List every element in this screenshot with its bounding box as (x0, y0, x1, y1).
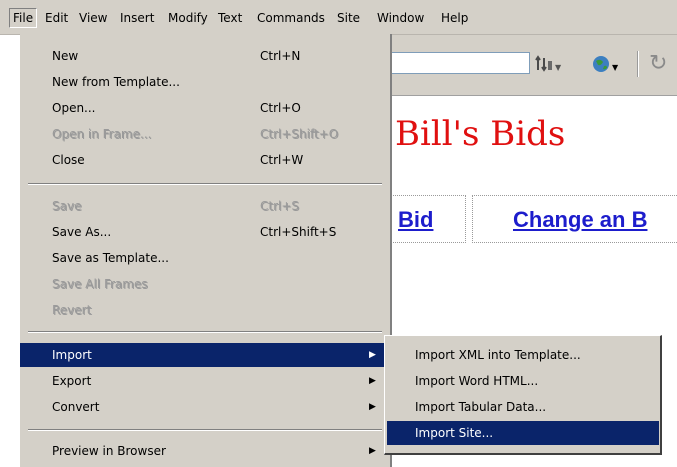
menu-item-import[interactable]: Import ▶ (20, 343, 390, 367)
document-toolbar: ▼ ▼ ↻ (387, 35, 677, 96)
submenu-item-label: Import Tabular Data... (415, 400, 547, 414)
menu-text[interactable]: Text (215, 9, 245, 27)
page-heading: Bill's Bids (395, 114, 566, 154)
title-input[interactable] (387, 52, 530, 74)
submenu-arrow-icon: ▶ (369, 402, 376, 412)
menu-window[interactable]: Window (374, 9, 427, 27)
menu-view[interactable]: View (76, 9, 110, 27)
link-bid[interactable]: Bid (398, 207, 433, 233)
menu-insert[interactable]: Insert (117, 9, 157, 27)
menu-modify[interactable]: Modify (165, 9, 211, 27)
menu-item-label: Save (52, 199, 82, 213)
link-change-bid[interactable]: Change an B (513, 207, 647, 233)
file-management-icon[interactable]: ▼ (535, 55, 561, 77)
menu-help[interactable]: Help (438, 9, 471, 27)
file-menu-dropdown: New Ctrl+N New from Template... Open... Ct… (20, 34, 392, 467)
menu-edit[interactable]: Edit (42, 9, 71, 27)
submenu-item-label: Import XML into Template... (415, 348, 581, 362)
menu-item-label: Save as Template... (52, 251, 169, 265)
menu-commands[interactable]: Commands (254, 9, 328, 27)
menu-item-close[interactable]: Close Ctrl+W (20, 148, 390, 172)
caret-down-icon: ▼ (612, 63, 619, 72)
menu-item-label: Revert (52, 303, 92, 317)
menu-item-preview-in-browser[interactable]: Preview in Browser ▶ (20, 439, 390, 463)
menu-item-label: Import (52, 348, 92, 362)
import-submenu: Import XML into Template... Import Word … (384, 335, 662, 455)
submenu-arrow-icon: ▶ (369, 350, 376, 360)
menu-item-label: Convert (52, 400, 100, 414)
menu-item-label: Save All Frames (52, 277, 148, 291)
menu-item-save: Save Ctrl+S (20, 194, 390, 218)
menu-item-open[interactable]: Open... Ctrl+O (20, 96, 390, 120)
submenu-item-import-site[interactable]: Import Site... (387, 421, 659, 445)
menu-item-shortcut: Ctrl+N (260, 49, 301, 63)
submenu-item-label: Import Site... (415, 426, 494, 440)
file-management-icon-glyph (535, 55, 552, 72)
menu-item-save-all-frames: Save All Frames (20, 272, 390, 296)
menu-separator (28, 183, 382, 185)
menu-item-save-as[interactable]: Save As... Ctrl+Shift+S (20, 220, 390, 244)
menu-separator (28, 331, 382, 333)
menu-item-save-as-template[interactable]: Save as Template... (20, 246, 390, 270)
caret-down-icon: ▼ (555, 63, 562, 72)
menu-item-shortcut: Ctrl+S (260, 199, 300, 213)
menu-item-shortcut: Ctrl+O (260, 101, 301, 115)
menu-item-convert[interactable]: Convert ▶ (20, 395, 390, 419)
submenu-item-import-xml[interactable]: Import XML into Template... (387, 343, 659, 367)
menu-separator (28, 429, 382, 431)
menu-file[interactable]: File (9, 8, 38, 28)
menu-item-label: Open... (52, 101, 96, 115)
menu-item-label: Save As... (52, 225, 112, 239)
toolbar-separator (637, 51, 639, 77)
menu-item-new[interactable]: New Ctrl+N (20, 44, 390, 68)
submenu-arrow-icon: ▶ (369, 376, 376, 386)
menu-item-open-in-frame: Open in Frame... Ctrl+Shift+O (20, 122, 390, 146)
submenu-arrow-icon: ▶ (369, 446, 376, 456)
menu-item-label: New from Template... (52, 75, 180, 89)
menu-item-label: New (52, 49, 79, 63)
menu-bar: File Edit View Insert Modify Text Comman… (0, 0, 677, 35)
menu-item-new-from-template[interactable]: New from Template... (20, 70, 390, 94)
menu-item-label: Open in Frame... (52, 127, 152, 141)
menu-item-shortcut: Ctrl+W (260, 153, 304, 167)
submenu-item-label: Import Word HTML... (415, 374, 539, 388)
menu-item-export[interactable]: Export ▶ (20, 369, 390, 393)
menu-item-label: Export (52, 374, 92, 388)
preview-globe-icon[interactable]: ▼ (592, 55, 618, 77)
menu-item-label: Close (52, 153, 85, 167)
globe-icon (593, 56, 609, 72)
submenu-item-import-word-html[interactable]: Import Word HTML... (387, 369, 659, 393)
menu-item-revert: Revert (20, 298, 390, 322)
refresh-icon[interactable]: ↻ (649, 51, 667, 77)
menu-item-label: Preview in Browser (52, 444, 166, 458)
submenu-item-import-tabular-data[interactable]: Import Tabular Data... (387, 395, 659, 419)
menu-item-shortcut: Ctrl+Shift+O (260, 127, 339, 141)
menu-site[interactable]: Site (334, 9, 363, 27)
menu-item-shortcut: Ctrl+Shift+S (260, 225, 337, 239)
